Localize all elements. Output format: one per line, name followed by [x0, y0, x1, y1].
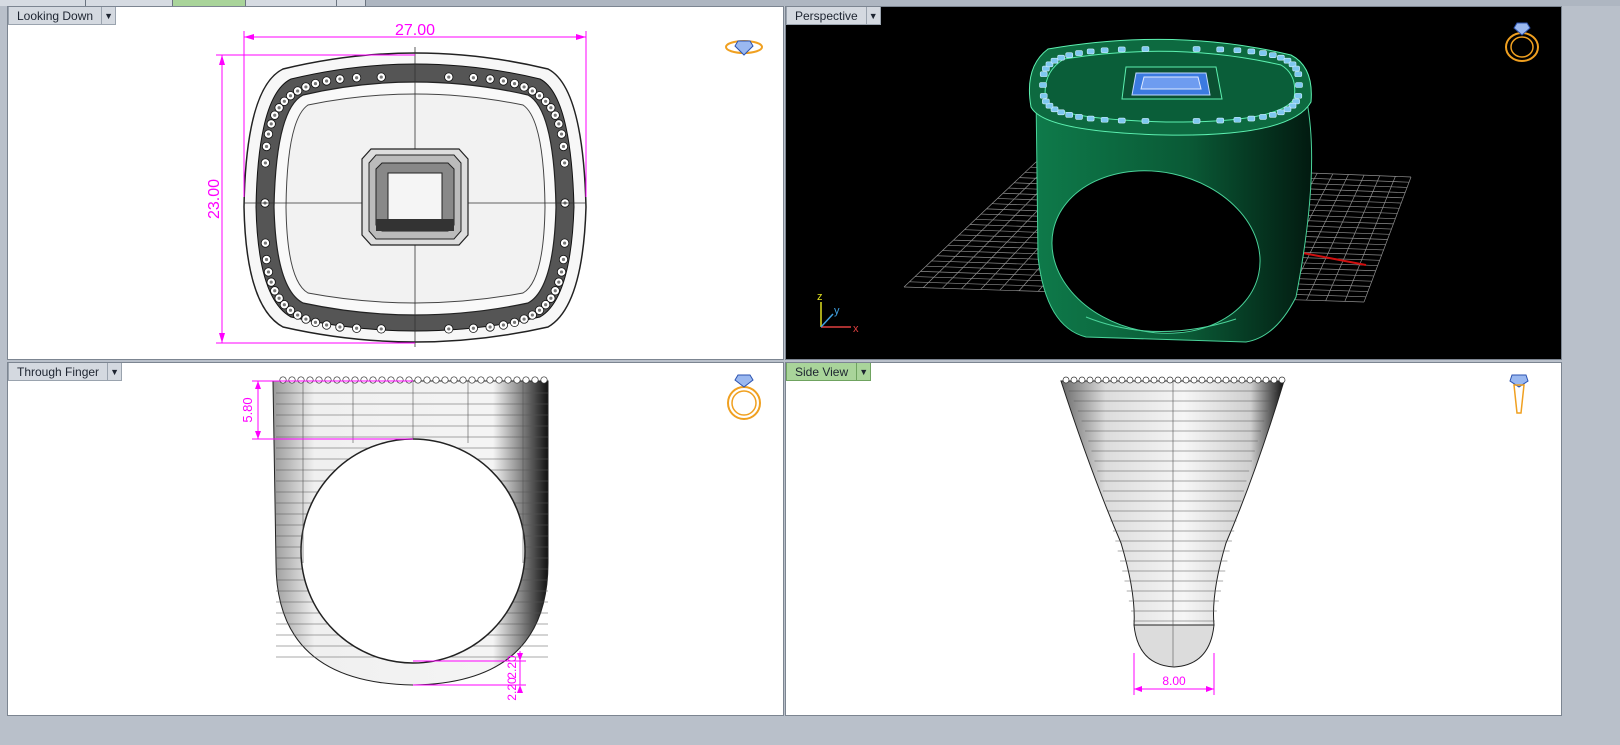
viewport-label-active[interactable]: Side View ▼ [786, 363, 872, 381]
perspective-drawing: z x y [817, 22, 1539, 343]
dimension-height-label: 23.00 [206, 179, 223, 219]
finger-hole [300, 438, 526, 664]
dropdown-arrow-icon[interactable]: ▼ [102, 7, 117, 25]
top-view-drawing: 27.00 23.00 [206, 22, 763, 347]
viewport-name[interactable]: Side View [786, 363, 858, 381]
ring-front-icon [727, 374, 761, 420]
dropdown-arrow-icon[interactable]: ▼ [857, 363, 872, 381]
viewport-looking-down[interactable]: Looking Down ▼ 27.00 23.00 [7, 6, 784, 360]
viewport-perspective[interactable]: Perspective ▼ z x y [785, 6, 1562, 360]
viewport-name[interactable]: Perspective [786, 7, 867, 25]
ring-top-icon [725, 40, 763, 56]
center-stone [361, 148, 469, 246]
viewport-name[interactable]: Through Finger [8, 363, 109, 381]
axis-y-label: y [834, 305, 840, 317]
shank-side-bottom [1133, 624, 1215, 668]
ring-side-icon [1509, 374, 1529, 414]
axis-indicator: z x y [817, 291, 859, 335]
viewport-label[interactable]: Looking Down ▼ [8, 7, 117, 25]
axis-z-label: z [817, 291, 823, 303]
viewport-through-finger[interactable]: Through Finger ▼ 5.80 2.20 2.20 [7, 362, 784, 716]
axis-x-label: x [853, 323, 859, 335]
dropdown-arrow-icon[interactable]: ▼ [108, 363, 123, 381]
dimension-shank-bottom-label-a: 2.20 [505, 655, 519, 679]
dimension-side-bottom-label: 8.00 [1162, 674, 1186, 688]
viewport-label[interactable]: Perspective ▼ [786, 7, 881, 25]
viewport-label[interactable]: Through Finger ▼ [8, 363, 123, 381]
center-stone-3d [1121, 66, 1223, 100]
side-view-drawing: 8.00 [1060, 374, 1529, 695]
dimension-width-label: 27.00 [395, 22, 435, 39]
front-view-drawing: 5.80 2.20 2.20 [240, 374, 761, 701]
shank-side [1060, 380, 1285, 626]
viewport-name[interactable]: Looking Down [8, 7, 103, 25]
dropdown-arrow-icon[interactable]: ▼ [866, 7, 881, 25]
ring-perspective-icon [1505, 22, 1539, 62]
viewport-side-view[interactable]: Side View ▼ 8.00 [785, 362, 1562, 716]
app-frame: Looking Down ▼ 27.00 23.00 Perspective ▼… [0, 0, 1620, 745]
dimension-shank-top-label: 5.80 [240, 397, 255, 422]
dimension-shank-bottom-label-b: 2.20 [505, 677, 519, 701]
